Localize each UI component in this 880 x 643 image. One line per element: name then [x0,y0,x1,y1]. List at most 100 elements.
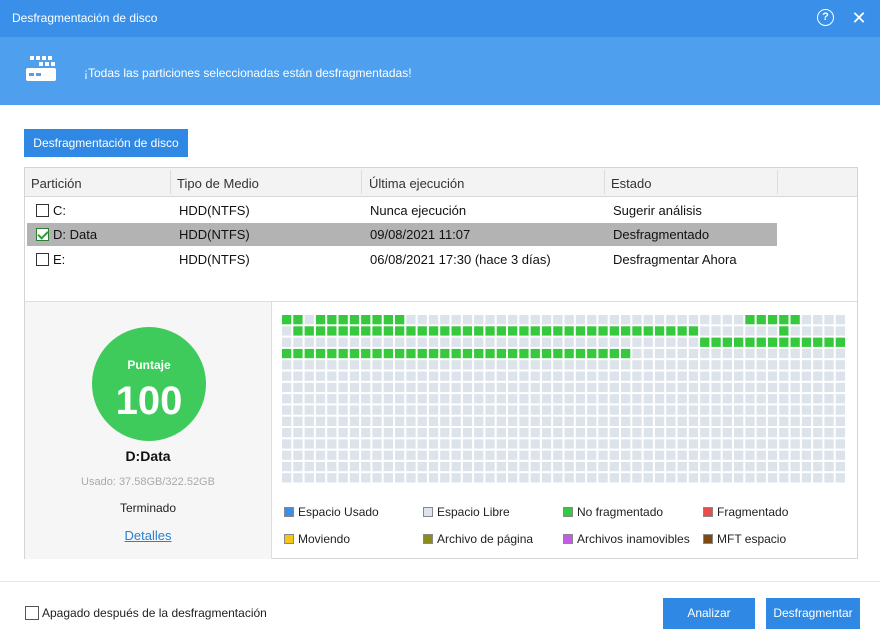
disk-block [677,461,687,472]
disk-block [779,337,789,347]
details-link[interactable]: Detalles [25,528,271,543]
disk-block [801,315,812,325]
disk-block [361,439,371,449]
help-icon[interactable]: ? [817,9,834,26]
disk-block [372,360,382,370]
disk-block [304,382,314,393]
disk-block [304,315,314,325]
disk-block [621,382,631,393]
disk-block [304,416,314,426]
table-row[interactable]: C: HDD(NTFS) Nunca ejecución Sugerir aná… [27,199,777,222]
disk-block [485,450,495,460]
shutdown-checkbox[interactable] [25,606,39,620]
disk-block [417,360,427,370]
disk-block [349,394,360,404]
partition-checkbox[interactable] [36,204,49,217]
disk-block [361,337,371,347]
disk-block [541,473,552,483]
disk-block [824,360,834,370]
disk-block [745,473,755,483]
disk-block [632,405,642,415]
disk-block [767,337,778,347]
disk-block [745,461,755,472]
disk-block [677,394,687,404]
disk-block [575,473,586,483]
disk-block [711,348,721,359]
disk-block [722,371,732,381]
tab-disk-defrag[interactable]: Desfragmentación de disco [24,129,188,157]
disk-block [553,428,563,438]
disk-block [406,394,416,404]
disk-block [711,405,721,415]
disk-block [711,360,721,370]
disk-block [496,326,506,336]
disk-block [609,371,619,381]
disk-block [688,450,699,460]
disk-block [779,461,789,472]
column-divider [170,170,171,194]
disk-block [530,371,540,381]
disk-block [722,405,732,415]
disk-block [835,428,845,438]
disk-block [383,473,393,483]
disk-block [349,416,360,426]
disk-block [496,337,506,347]
col-partition[interactable]: Partición [31,176,82,191]
disk-block [654,439,665,449]
partition-checkbox[interactable] [36,228,49,241]
disk-block [282,337,292,347]
disk-block [654,394,665,404]
disk-block [440,428,450,438]
column-divider [604,170,605,194]
disk-block [327,337,337,347]
table-row[interactable]: D: Data HDD(NTFS) 09/08/2021 11:07 Desfr… [27,223,777,246]
disk-block [813,326,823,336]
disk-block [779,405,789,415]
disk-block [801,394,812,404]
disk-block [395,382,405,393]
disk-block [643,394,653,404]
disk-block [654,348,665,359]
disk-block [327,394,337,404]
disk-block [315,371,326,381]
disk-block [553,473,563,483]
disk-block [485,360,495,370]
disk-block [564,337,574,347]
disk-block [643,405,653,415]
disk-block [485,473,495,483]
disk-block [632,360,642,370]
disk-block [282,326,292,336]
disk-block [474,450,484,460]
table-row[interactable]: E: HDD(NTFS) 06/08/2021 17:30 (hace 3 dí… [27,248,777,271]
col-last-run[interactable]: Última ejecución [369,176,464,191]
disk-block [338,405,348,415]
partition-name: D: Data [53,227,98,242]
disk-block [745,450,755,460]
score-panel: Puntaje 100 D:Data Usado: 37.58GB/322.52… [25,302,271,559]
disk-block [587,360,597,370]
disk-block [609,439,619,449]
disk-block [496,439,506,449]
disk-block [417,416,427,426]
disk-block [734,394,744,404]
partition-checkbox[interactable] [36,253,49,266]
disk-block [756,394,766,404]
disk-block [632,461,642,472]
defragment-button[interactable]: Desfragmentar [766,598,860,629]
disk-block [835,371,845,381]
disk-block [496,360,506,370]
disk-block [813,360,823,370]
disk-block [632,450,642,460]
col-status[interactable]: Estado [611,176,651,191]
col-media-type[interactable]: Tipo de Medio [177,176,259,191]
disk-block [349,348,360,359]
analyze-button[interactable]: Analizar [663,598,755,629]
disk-block [734,405,744,415]
disk-block [553,405,563,415]
close-icon[interactable]: ✕ [850,8,868,28]
disk-block [474,382,484,393]
disk-block [417,394,427,404]
disk-block [801,371,812,381]
disk-block [553,416,563,426]
disk-block [395,439,405,449]
